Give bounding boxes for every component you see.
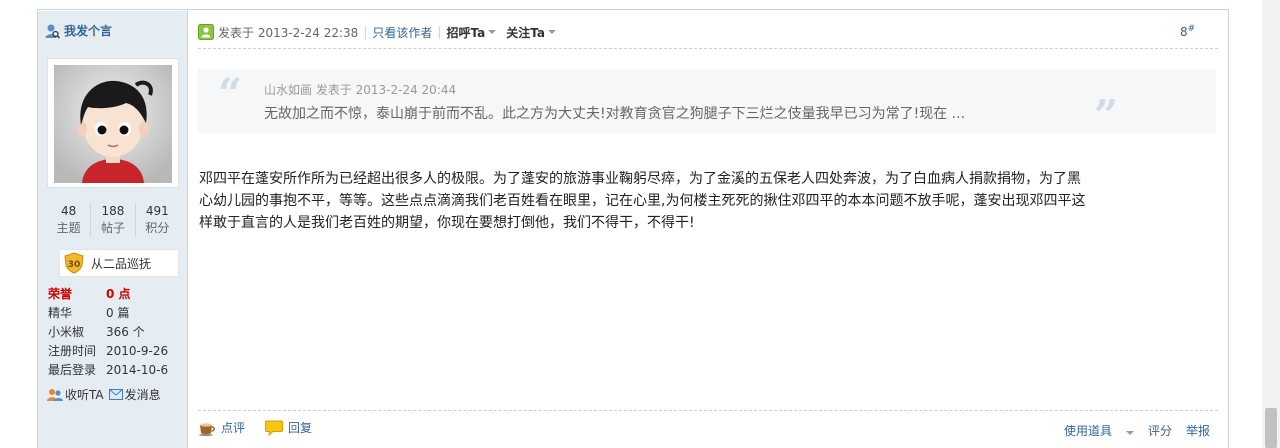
greet-button[interactable]: 招呼Ta <box>446 24 485 41</box>
comment-label: 点评 <box>221 421 246 435</box>
floor-hash: # <box>1187 24 1196 34</box>
avatar[interactable] <box>47 58 179 188</box>
post-content: 邓四平在蓬安所作所为已经超出很多人的极限。为了蓬安的旅游事业鞠躬尽瘁，为了金溪的… <box>199 168 1219 234</box>
floor-number[interactable]: 8# <box>1180 24 1195 39</box>
stat-posts-count: 188 <box>101 204 125 218</box>
stat-threads-count: 48 <box>61 204 77 218</box>
info-key: 最后登录 <box>48 363 97 377</box>
info-value: 366 个 <box>106 325 145 339</box>
info-value: 0 点 <box>106 287 131 301</box>
user-search-icon <box>45 24 60 38</box>
author-stats: 48 主题 188 帖子 491 积分 <box>47 203 179 237</box>
info-row-digest: 精华 0 篇 <box>48 303 186 322</box>
chevron-down-icon[interactable] <box>547 30 556 34</box>
send-message-button[interactable]: 发消息 <box>108 386 161 403</box>
reply-button[interactable]: 回复 <box>265 419 312 436</box>
follow-author-label: 收听TA <box>65 388 104 402</box>
stat-posts[interactable]: 188 帖子 <box>91 203 136 237</box>
quote-text: 无故加之而不惊，泰山崩于前而不乱。此之方为大丈夫!对教育贪官之狗腿子下三烂之伎量… <box>264 106 966 122</box>
author-name-link[interactable]: 我发个言 <box>44 22 112 39</box>
author-name-label: 我发个言 <box>64 24 113 38</box>
info-row-last-login: 最后登录 2014-10-6 <box>48 360 186 379</box>
avatar-image <box>54 65 172 183</box>
quote-header: 山水如画 发表于 2013-2-24 20:44 <box>264 83 457 97</box>
divider: | <box>363 25 368 39</box>
info-key: 精华 <box>48 306 73 320</box>
info-value: 0 篇 <box>106 306 130 320</box>
stat-posts-label: 帖子 <box>100 221 125 235</box>
use-tools-label: 使用道具 <box>1063 424 1112 438</box>
author-info-list: 荣誉 0 点 精华 0 篇 小米椒 366 个 注册时间 2010-9-26 最… <box>48 284 186 379</box>
rank-shield-icon: 30 <box>64 252 84 274</box>
author-actions: 收听TA 发消息 <box>47 386 166 403</box>
rate-link[interactable]: 评分 <box>1148 422 1172 439</box>
chevron-down-icon <box>1125 431 1134 435</box>
info-key: 荣誉 <box>48 287 73 301</box>
only-author-link[interactable]: 只看该作者 <box>372 24 432 41</box>
follow-button[interactable]: 关注Ta <box>506 24 545 41</box>
coffee-cup-icon <box>199 422 215 436</box>
rank-box: 30 从二品巡抚 <box>59 249 179 277</box>
info-row-honor: 荣誉 0 点 <box>48 284 186 303</box>
stat-threads-label: 主题 <box>56 221 81 235</box>
users-icon <box>47 388 63 401</box>
close-quote-icon: ” <box>1094 91 1119 140</box>
quote-block: “ 山水如画 发表于 2013-2-24 20:44 无故加之而不惊，泰山崩于前… <box>198 69 1216 137</box>
info-value: 2010-9-26 <box>106 343 169 358</box>
footer-divider <box>198 410 1218 411</box>
info-row-registered: 注册时间 2010-9-26 <box>48 341 186 360</box>
rank-title: 从二品巡抚 <box>91 256 152 271</box>
info-row-pepper: 小米椒 366 个 <box>48 322 186 341</box>
send-message-label: 发消息 <box>124 388 161 402</box>
open-quote-icon: “ <box>218 69 243 118</box>
header-divider <box>198 48 1218 49</box>
follow-author-button[interactable]: 收听TA <box>47 386 104 403</box>
scrollbar-thumb[interactable] <box>1265 408 1277 448</box>
post-footer-left: 点评 回复 <box>198 419 332 436</box>
post-content-line: 样敢于直言的人是我们老百姓的期望，你现在要想打倒他，我们不得干，不得干! <box>199 215 695 231</box>
stat-points[interactable]: 491 积分 <box>136 203 179 237</box>
post-date: 发表于 2013-2-24 22:38 <box>218 25 359 40</box>
post-content-line: 邓四平在蓬安所作所为已经超出很多人的极限。为了蓬安的旅游事业鞠躬尽瘁，为了金溪的… <box>199 171 1081 187</box>
comment-button[interactable]: 点评 <box>198 419 245 436</box>
mail-icon <box>108 389 123 400</box>
scrollbar-track[interactable] <box>1262 0 1280 448</box>
speech-bubble-icon <box>265 420 284 436</box>
info-key: 注册时间 <box>48 344 97 358</box>
stat-points-label: 积分 <box>145 221 170 235</box>
use-tools-menu[interactable]: 使用道具 <box>1050 422 1134 439</box>
info-key: 小米椒 <box>48 325 85 339</box>
post-footer: 点评 回复 使用道具 评分 举报 <box>198 419 1218 441</box>
reply-label: 回复 <box>288 421 313 435</box>
report-link[interactable]: 举报 <box>1186 422 1210 439</box>
post-footer-right: 使用道具 评分 举报 <box>1036 422 1210 439</box>
post-frame-top <box>37 0 1229 10</box>
floor-number-value: 8 <box>1180 25 1188 39</box>
rank-badge-number: 30 <box>68 260 81 270</box>
post-content-line: 心幼儿园的事抱不平，等等。这些点点滴滴我们老百姓看在眼里，记在心里,为何楼主死死… <box>199 193 1086 209</box>
post-header: 发表于 2013-2-24 22:38 | 只看该作者 | 招呼Ta 关注Ta <box>198 20 1218 44</box>
chevron-down-icon[interactable] <box>488 30 497 34</box>
info-value: 2014-10-6 <box>106 362 169 377</box>
stat-points-count: 491 <box>145 204 169 218</box>
online-status-icon <box>198 24 214 40</box>
divider: | <box>437 25 442 39</box>
stat-threads[interactable]: 48 主题 <box>47 203 92 237</box>
